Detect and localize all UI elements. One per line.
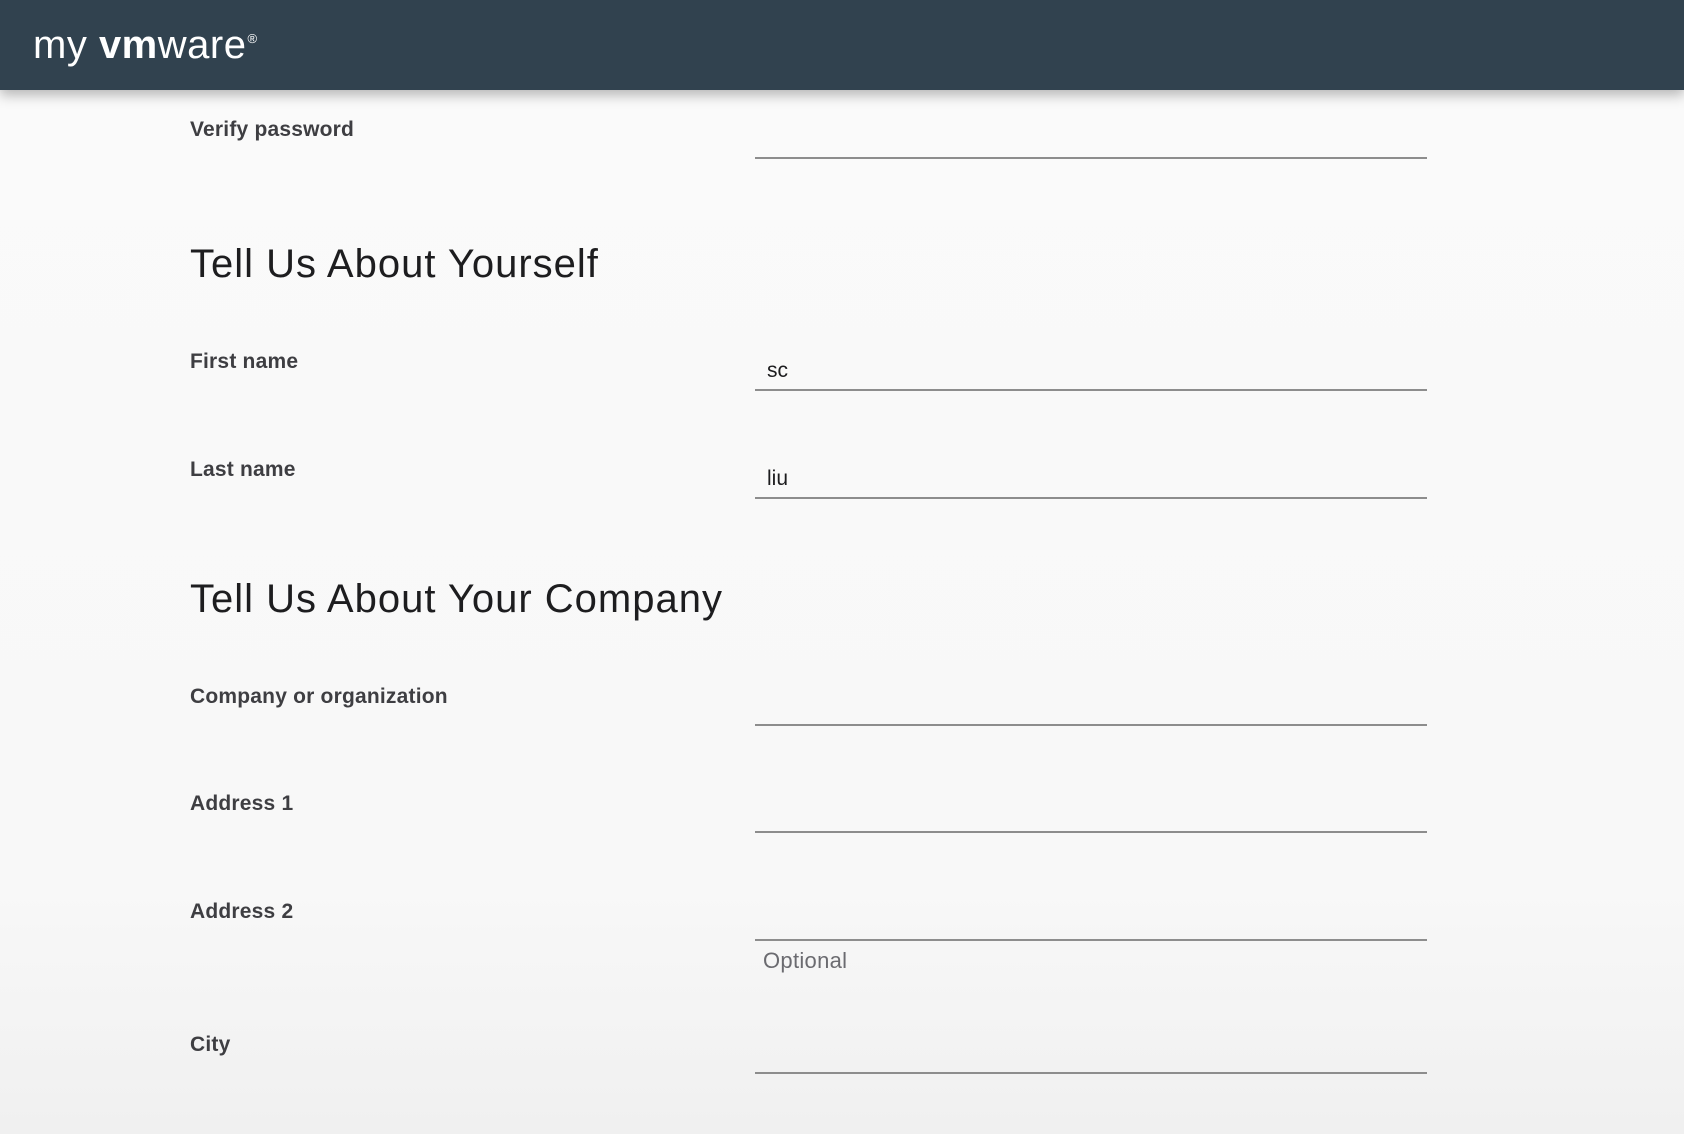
registered-mark-icon: ® [247,31,257,46]
logo-ware: ware [158,23,247,67]
first-name-control [755,347,1427,391]
verify-password-input[interactable] [755,115,1427,159]
address1-label: Address 1 [190,789,755,833]
city-input[interactable] [755,1030,1427,1074]
field-row-address1: Address 1 [190,789,1427,833]
logo-vm: vm [99,23,158,67]
section-title-yourself: Tell Us About Yourself [190,240,1684,288]
verify-password-control [755,115,1427,159]
address1-input[interactable] [755,789,1427,833]
address1-control [755,789,1427,833]
field-row-city: City [190,1030,1427,1074]
field-row-first-name: First name [190,347,1427,391]
last-name-label: Last name [190,455,755,499]
app-header: my vmware® [0,0,1684,90]
my-vmware-logo: my vmware® [33,23,258,68]
logo-my: my [33,23,99,67]
address2-label: Address 2 [190,897,755,974]
first-name-label: First name [190,347,755,391]
company-label: Company or organization [190,682,755,726]
field-row-address2: Address 2 Optional [190,897,1427,974]
field-row-last-name: Last name [190,455,1427,499]
company-input[interactable] [755,682,1427,726]
company-control [755,682,1427,726]
registration-form: Verify password Tell Us About Yourself F… [0,90,1684,1074]
address2-input[interactable] [755,897,1427,941]
first-name-input[interactable] [755,347,1427,391]
city-control [755,1030,1427,1074]
address2-control: Optional [755,897,1427,974]
field-row-verify-password: Verify password [190,115,1427,159]
verify-password-label: Verify password [190,115,755,159]
city-label: City [190,1030,755,1074]
last-name-control [755,455,1427,499]
field-row-company: Company or organization [190,682,1427,726]
address2-optional-hint: Optional [755,941,1427,974]
section-title-company: Tell Us About Your Company [190,575,1684,623]
last-name-input[interactable] [755,455,1427,499]
